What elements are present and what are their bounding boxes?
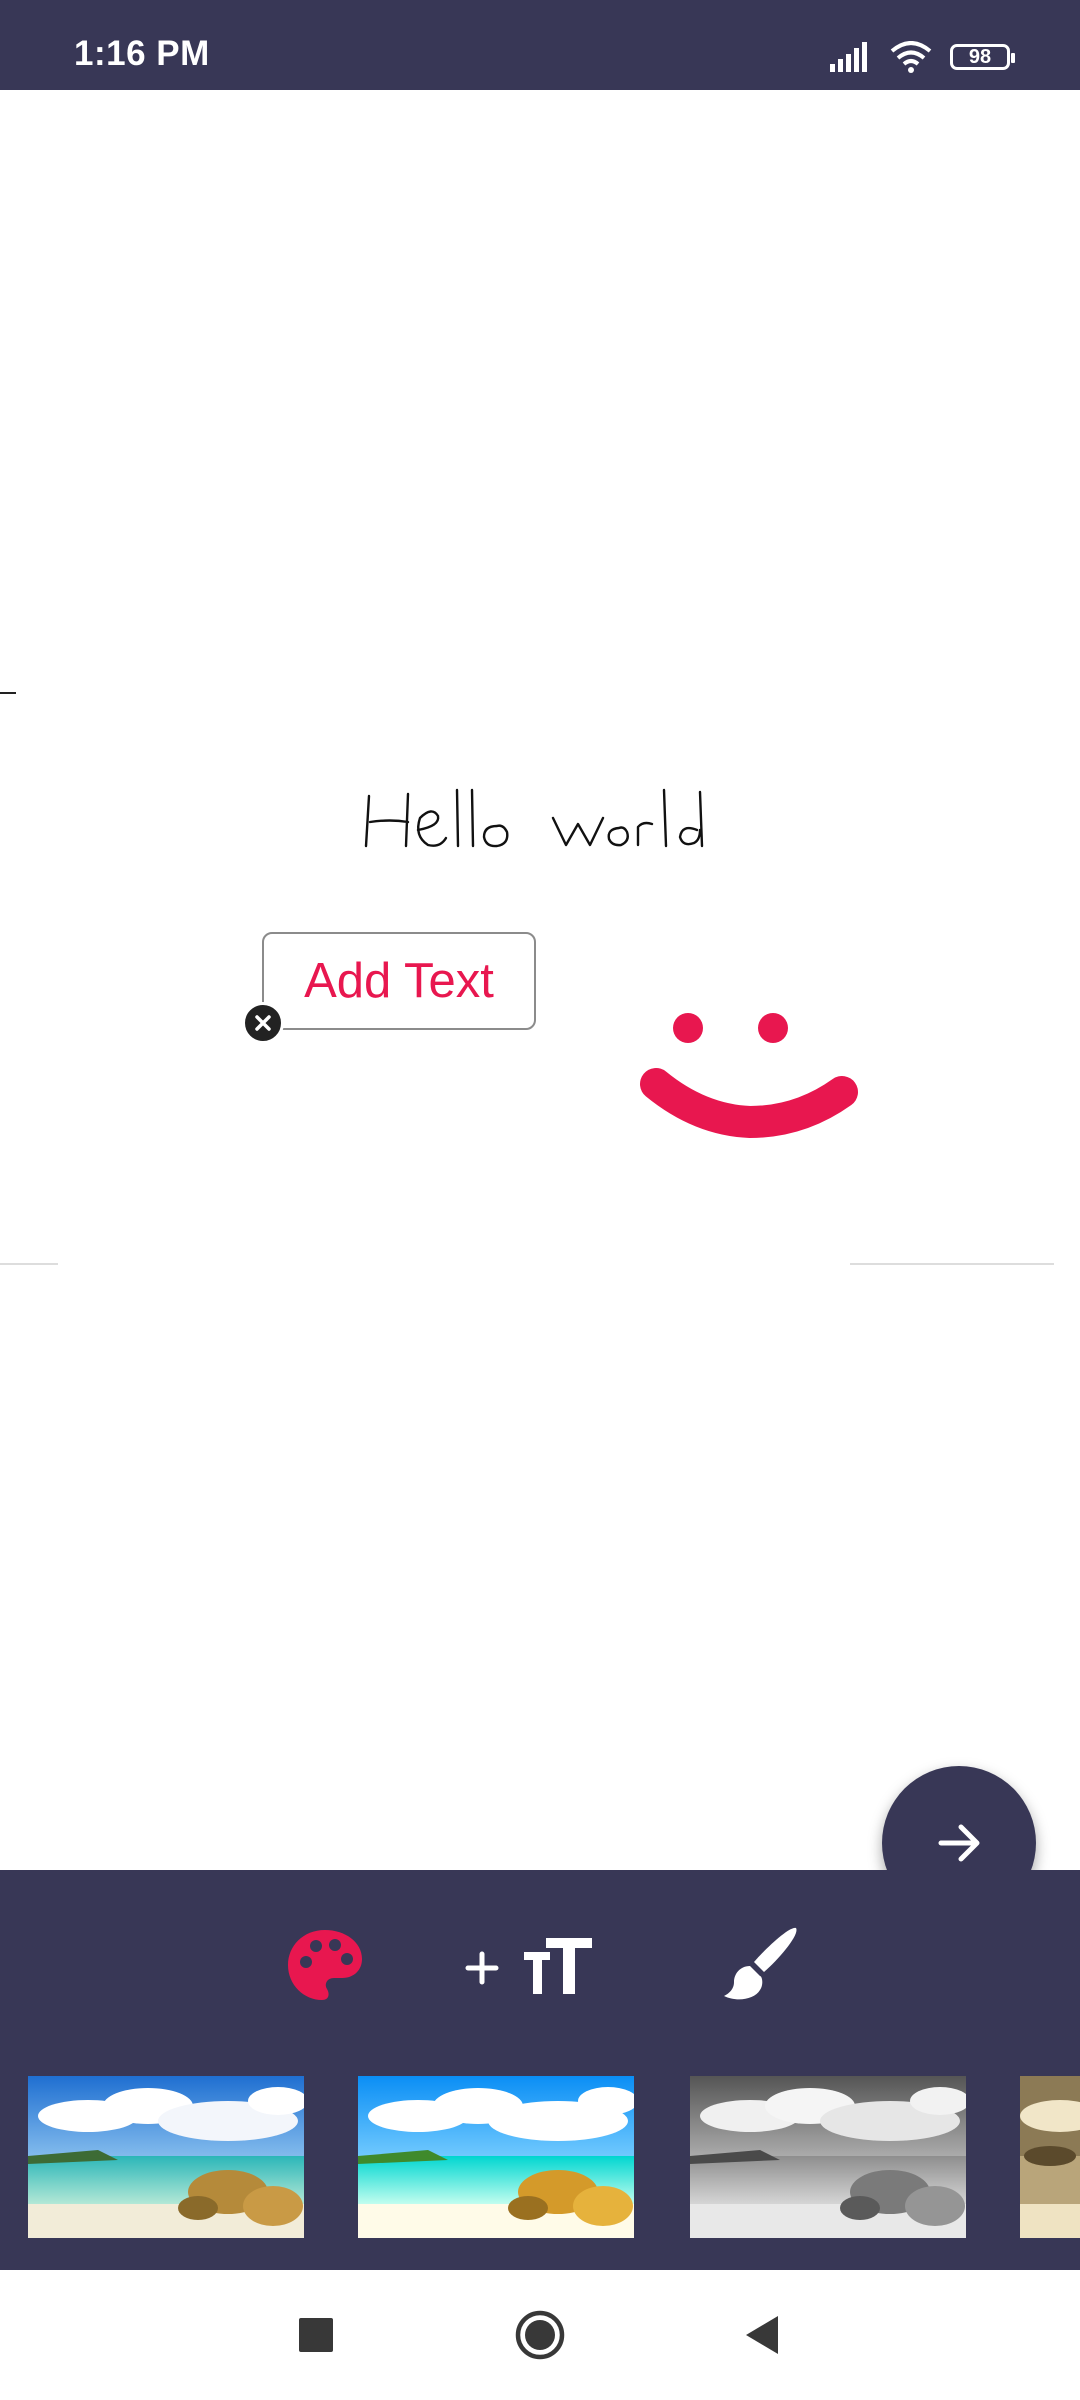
canvas-drawing-layer <box>0 692 1054 1265</box>
add-text-button[interactable] <box>456 1922 606 2008</box>
smiley-mouth <box>640 1068 858 1139</box>
filter-thumbnail-sepia[interactable] <box>1020 2076 1080 2238</box>
filter-thumbnail-original[interactable] <box>28 2076 304 2238</box>
square-icon <box>299 2318 333 2352</box>
status-icons: 98 <box>830 40 1015 74</box>
home-button[interactable] <box>480 2270 600 2400</box>
close-icon <box>255 1015 271 1031</box>
circle-icon <box>515 2310 565 2360</box>
add-text-label: Add Text <box>304 953 494 1008</box>
system-navigation-bar <box>0 2270 1080 2400</box>
color-palette-button[interactable] <box>280 1920 370 2010</box>
smiley-drawing <box>640 1013 858 1139</box>
beach-image <box>28 2076 304 2238</box>
palette-icon <box>288 1930 362 2000</box>
drawing-canvas[interactable]: Add Text <box>0 90 1080 1920</box>
back-button[interactable] <box>702 2270 822 2400</box>
smiley-right-eye <box>758 1013 788 1043</box>
filter-thumbnails <box>0 2076 1080 2238</box>
recents-button[interactable] <box>256 2270 376 2400</box>
arrow-right-icon <box>938 1824 980 1862</box>
add-text-icon <box>465 1938 592 1994</box>
beach-image <box>358 2076 634 2238</box>
beach-image <box>690 2076 966 2238</box>
back-triangle-icon <box>746 2316 778 2354</box>
handwritten-text-hello-world <box>364 788 704 848</box>
battery-level: 98 <box>968 46 992 68</box>
remove-sticker-button[interactable] <box>242 1002 284 1044</box>
brush-icon <box>724 1927 797 2000</box>
status-time: 1:16 PM <box>74 34 210 73</box>
filter-thumbnail-grayscale[interactable] <box>690 2076 966 2238</box>
battery-icon: 98 <box>950 44 1015 70</box>
status-bar: 1:16 PM 98 <box>0 0 1080 90</box>
brush-tool-button[interactable] <box>716 1920 806 2010</box>
signal-icon <box>830 42 867 72</box>
filter-thumbnail-vivid[interactable] <box>358 2076 634 2238</box>
beach-image <box>1020 2076 1080 2238</box>
smiley-left-eye <box>673 1013 703 1043</box>
wifi-icon <box>890 41 932 73</box>
add-text-sticker[interactable]: Add Text <box>262 932 536 1030</box>
